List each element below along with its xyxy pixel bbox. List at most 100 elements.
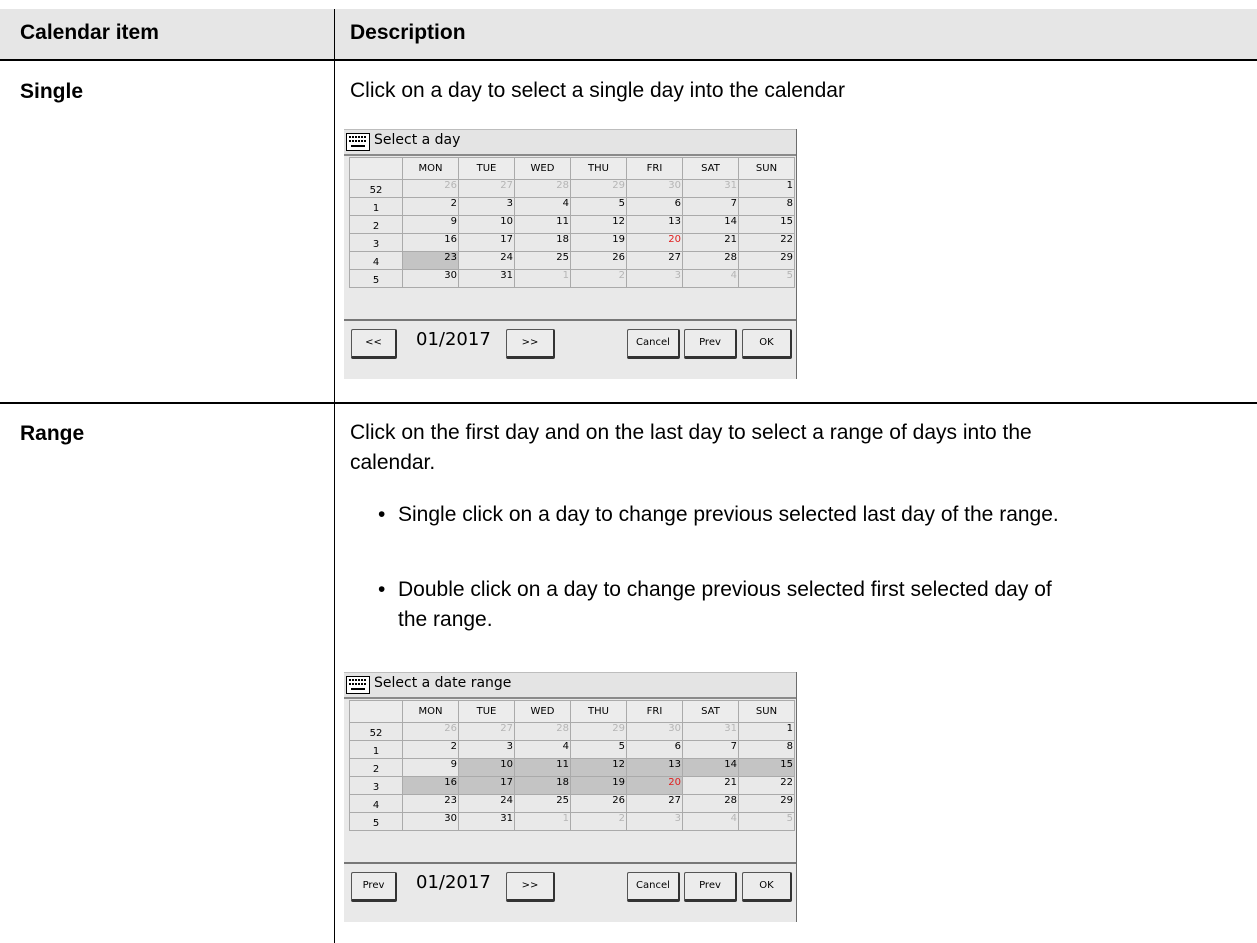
cancel-button[interactable]: Cancel (627, 872, 680, 902)
day-cell[interactable]: 29 (570, 722, 627, 741)
day-cell[interactable]: 20 (626, 776, 683, 795)
day-cell[interactable]: 26 (402, 722, 459, 741)
day-cell[interactable]: 16 (402, 776, 459, 795)
day-cell[interactable]: 6 (626, 740, 683, 759)
day-cell[interactable]: 11 (514, 215, 571, 234)
day-cell[interactable]: 1 (738, 179, 795, 198)
day-cell[interactable]: 31 (682, 179, 739, 198)
week-row: 52 26 27 28 29 30 31 1 (349, 722, 795, 741)
day-cell[interactable]: 27 (626, 251, 683, 270)
day-cell[interactable]: 14 (682, 758, 739, 777)
day-cell[interactable]: 8 (738, 740, 795, 759)
previous-month-button[interactable]: Prev (351, 872, 397, 902)
day-cell[interactable]: 2 (570, 812, 627, 831)
day-cell[interactable]: 6 (626, 197, 683, 216)
cancel-button[interactable]: Cancel (627, 329, 680, 359)
day-cell[interactable]: 11 (514, 758, 571, 777)
day-cell[interactable]: 12 (570, 758, 627, 777)
ok-button[interactable]: OK (742, 329, 792, 359)
day-cell[interactable]: 12 (570, 215, 627, 234)
day-cell[interactable]: 8 (738, 197, 795, 216)
current-period: 01/2017 (416, 329, 491, 350)
day-cell[interactable]: 4 (514, 740, 571, 759)
day-cell[interactable]: 22 (738, 233, 795, 252)
calendar-title: Select a date range (374, 675, 512, 691)
day-cell[interactable]: 13 (626, 758, 683, 777)
day-cell[interactable]: 25 (514, 794, 571, 813)
day-cell[interactable]: 4 (682, 269, 739, 288)
day-cell[interactable]: 29 (738, 794, 795, 813)
previous-month-button[interactable]: << (351, 329, 397, 359)
day-cell[interactable]: 9 (402, 758, 459, 777)
day-cell[interactable]: 23 (402, 794, 459, 813)
day-cell[interactable]: 5 (738, 269, 795, 288)
day-cell[interactable]: 28 (682, 794, 739, 813)
day-cell[interactable]: 10 (458, 758, 515, 777)
day-cell[interactable]: 9 (402, 215, 459, 234)
bullet-text: Single click on a day to change previous… (398, 503, 1059, 526)
day-cell[interactable]: 18 (514, 233, 571, 252)
day-cell[interactable]: 4 (682, 812, 739, 831)
day-cell[interactable]: 26 (570, 794, 627, 813)
day-cell[interactable]: 27 (458, 179, 515, 198)
day-cell[interactable]: 3 (626, 812, 683, 831)
prev-button[interactable]: Prev (684, 872, 737, 902)
day-cell[interactable]: 20 (626, 233, 683, 252)
day-cell[interactable]: 28 (514, 179, 571, 198)
day-cell[interactable]: 17 (458, 776, 515, 795)
day-cell[interactable]: 19 (570, 776, 627, 795)
next-month-button[interactable]: >> (506, 872, 555, 902)
day-cell[interactable]: 18 (514, 776, 571, 795)
day-cell[interactable]: 1 (738, 722, 795, 741)
day-cell[interactable]: 10 (458, 215, 515, 234)
day-cell[interactable]: 21 (682, 233, 739, 252)
day-cell[interactable]: 4 (514, 197, 571, 216)
week-number: 4 (349, 251, 403, 270)
ok-button[interactable]: OK (742, 872, 792, 902)
day-cell[interactable]: 31 (458, 269, 515, 288)
day-cell[interactable]: 31 (458, 812, 515, 831)
day-cell[interactable]: 21 (682, 776, 739, 795)
day-cell[interactable]: 15 (738, 758, 795, 777)
day-cell[interactable]: 15 (738, 215, 795, 234)
day-cell[interactable]: 1 (514, 269, 571, 288)
day-cell[interactable]: 13 (626, 215, 683, 234)
day-cell[interactable]: 28 (682, 251, 739, 270)
day-cell[interactable]: 7 (682, 740, 739, 759)
day-cell[interactable]: 14 (682, 215, 739, 234)
day-cell[interactable]: 22 (738, 776, 795, 795)
day-cell[interactable]: 24 (458, 794, 515, 813)
day-cell[interactable]: 3 (458, 197, 515, 216)
day-cell[interactable]: 25 (514, 251, 571, 270)
prev-button[interactable]: Prev (684, 329, 737, 359)
day-cell[interactable]: 26 (402, 179, 459, 198)
day-cell[interactable]: 5 (738, 812, 795, 831)
day-cell[interactable]: 30 (626, 179, 683, 198)
day-cell[interactable]: 31 (682, 722, 739, 741)
day-cell[interactable]: 16 (402, 233, 459, 252)
day-cell[interactable]: 23 (402, 251, 459, 270)
day-cell[interactable]: 27 (626, 794, 683, 813)
day-cell[interactable]: 1 (514, 812, 571, 831)
day-cell[interactable]: 29 (738, 251, 795, 270)
next-month-button[interactable]: >> (506, 329, 555, 359)
day-cell[interactable]: 19 (570, 233, 627, 252)
day-cell[interactable]: 30 (402, 812, 459, 831)
day-cell[interactable]: 24 (458, 251, 515, 270)
day-cell[interactable]: 29 (570, 179, 627, 198)
day-cell[interactable]: 30 (402, 269, 459, 288)
day-cell[interactable]: 30 (626, 722, 683, 741)
day-cell[interactable]: 7 (682, 197, 739, 216)
day-cell[interactable]: 26 (570, 251, 627, 270)
day-cell[interactable]: 17 (458, 233, 515, 252)
calendar-title-bar: Select a date range (344, 672, 796, 699)
day-cell[interactable]: 2 (402, 740, 459, 759)
day-cell[interactable]: 3 (626, 269, 683, 288)
day-cell[interactable]: 28 (514, 722, 571, 741)
day-cell[interactable]: 3 (458, 740, 515, 759)
day-cell[interactable]: 5 (570, 740, 627, 759)
day-cell[interactable]: 2 (570, 269, 627, 288)
day-cell[interactable]: 2 (402, 197, 459, 216)
day-cell[interactable]: 27 (458, 722, 515, 741)
day-cell[interactable]: 5 (570, 197, 627, 216)
